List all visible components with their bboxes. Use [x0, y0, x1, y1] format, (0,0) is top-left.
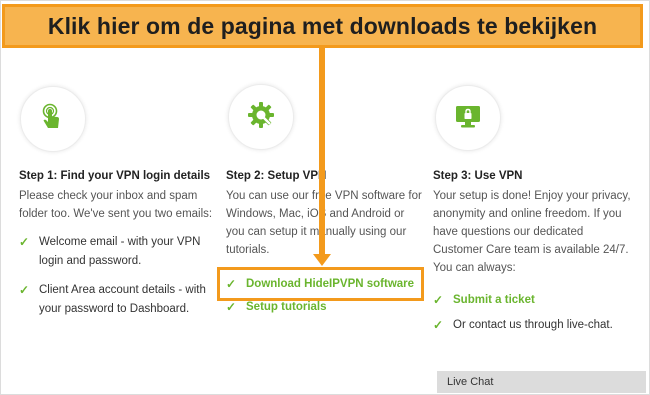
step-1-icon-circle	[20, 86, 86, 152]
list-item-label: Client Area account details - with your …	[39, 284, 206, 315]
submit-ticket-link[interactable]: Submit a ticket	[453, 291, 535, 310]
callout-banner: Klik hier om de pagina met downloads te …	[2, 4, 643, 48]
monitor-lock-icon	[453, 101, 483, 136]
check-icon: ✓	[433, 318, 444, 332]
step-3-column: Step 3: Use VPN Your setup is done! Enjo…	[433, 170, 633, 345]
list-item: ✓ Welcome email - with your VPN login an…	[19, 233, 219, 271]
step-3-title: Step 3: Use VPN	[433, 170, 523, 182]
step-3-description: Your setup is done! Enjoy your privacy, …	[433, 190, 631, 274]
callout-arrow-line	[319, 48, 325, 258]
check-icon: ✓	[19, 283, 30, 297]
callout-banner-text: Klik hier om de pagina met downloads te …	[47, 12, 598, 39]
step-3-icon-circle	[435, 85, 501, 151]
download-highlight-box	[217, 267, 424, 301]
check-icon: ✓	[19, 235, 30, 249]
list-item-label: Or contact us through live-chat.	[453, 319, 613, 331]
list-item: ✓ Submit a ticket	[433, 291, 633, 310]
step-1-description: Please check your inbox and spam folder …	[19, 190, 213, 220]
step-2-title: Step 2: Setup VPN	[226, 170, 327, 182]
step-1-title: Step 1: Find your VPN login details	[19, 170, 211, 182]
live-chat-button[interactable]: Live Chat	[437, 371, 646, 393]
step-2-icon-circle	[228, 84, 294, 150]
gear-wrench-icon	[246, 100, 276, 135]
step-1-column: Step 1: Find your VPN login details Plea…	[19, 170, 219, 329]
step-2-description: You can use our free VPN software for Wi…	[226, 190, 422, 256]
callout-arrow-head	[313, 254, 331, 266]
list-item: ✓ Or contact us through live-chat.	[433, 316, 633, 335]
list-item-label: Welcome email - with your VPN login and …	[39, 236, 201, 267]
step-2-column: Step 2: Setup VPN You can use our free V…	[226, 170, 426, 259]
live-chat-label: Live Chat	[447, 376, 494, 388]
step-3-checklist: ✓ Submit a ticket ✓ Or contact us throug…	[433, 291, 633, 335]
check-icon: ✓	[433, 293, 444, 307]
touch-hand-icon	[38, 102, 68, 137]
step-1-checklist: ✓ Welcome email - with your VPN login an…	[19, 233, 219, 319]
list-item: ✓ Client Area account details - with you…	[19, 281, 219, 319]
